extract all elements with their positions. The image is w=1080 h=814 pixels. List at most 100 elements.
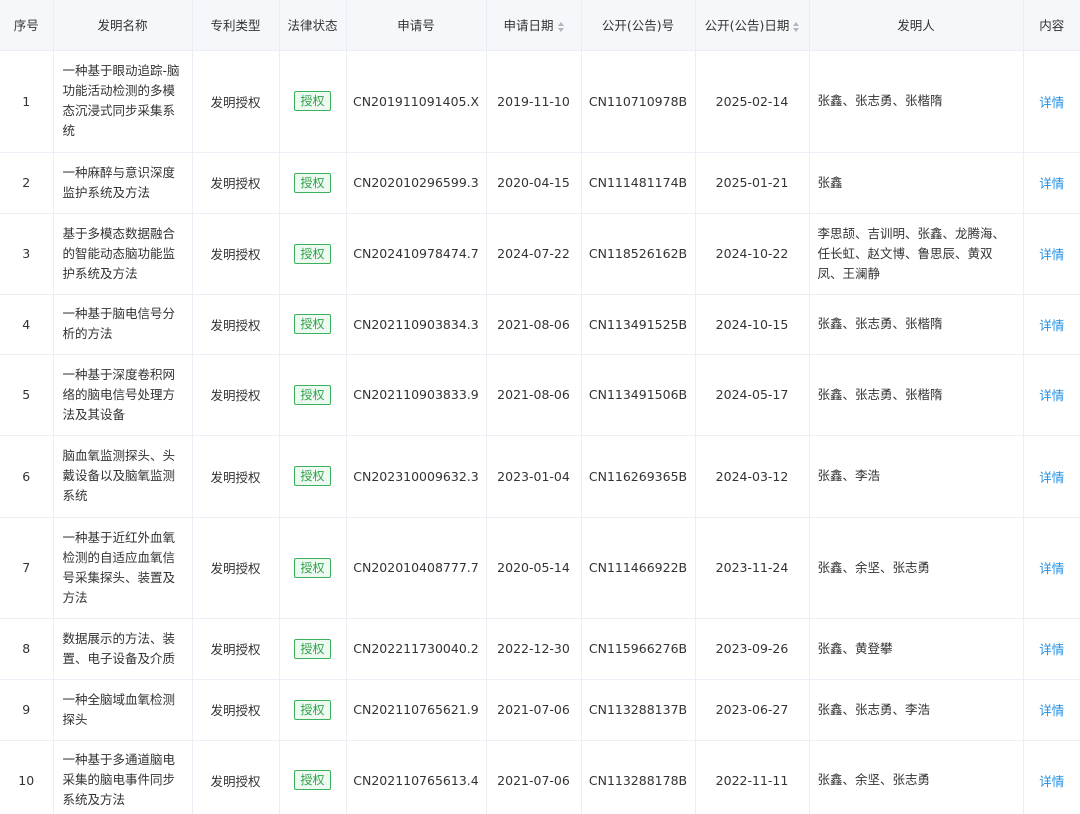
- status-badge: 授权: [294, 243, 331, 264]
- detail-link[interactable]: 详情: [1039, 247, 1064, 262]
- cell-name: 一种基于深度卷积网络的脑电信号处理方法及其设备: [53, 354, 193, 436]
- status-badge: 授权: [294, 172, 331, 193]
- table-row: 2 一种麻醉与意识深度监护系统及方法 发明授权 授权 CN20201029659…: [0, 152, 1080, 214]
- cell-pub-no: CN111481174B: [581, 152, 696, 214]
- cell-name: 一种全脑域血氧检测探头: [53, 679, 193, 741]
- cell-status: 授权: [279, 50, 347, 153]
- cell-app-no: CN202211730040.2: [346, 618, 487, 680]
- cell-status: 授权: [279, 294, 347, 355]
- cell-app-date: 2023-01-04: [486, 435, 582, 518]
- table-row: 1 一种基于眼动追踪-脑功能活动检测的多模态沉浸式同步采集系统 发明授权 授权 …: [0, 50, 1080, 153]
- cell-app-date: 2019-11-10: [486, 50, 582, 153]
- cell-app-date: 2022-12-30: [486, 618, 582, 680]
- cell-name: 一种基于脑电信号分析的方法: [53, 294, 193, 355]
- detail-link[interactable]: 详情: [1039, 703, 1064, 718]
- cell-app-date: 2021-08-06: [486, 294, 582, 355]
- cell-content: 详情: [1023, 679, 1080, 741]
- cell-pub-no: CN111466922B: [581, 517, 696, 619]
- cell-status: 授权: [279, 517, 347, 619]
- cell-type: 发明授权: [192, 50, 280, 153]
- cell-type: 发明授权: [192, 294, 280, 355]
- cell-index: 7: [0, 517, 54, 619]
- table-row: 4 一种基于脑电信号分析的方法 发明授权 授权 CN202110903834.3…: [0, 294, 1080, 355]
- cell-inventors: 张鑫、黄登攀: [809, 618, 1024, 680]
- cell-name: 一种基于近红外血氧检测的自适应血氧信号采集探头、装置及方法: [53, 517, 193, 619]
- cell-app-no: CN202110903833.9: [346, 354, 487, 436]
- cell-status: 授权: [279, 679, 347, 741]
- cell-index: 8: [0, 618, 54, 680]
- cell-app-no: CN202310009632.3: [346, 435, 487, 518]
- detail-link[interactable]: 详情: [1039, 388, 1064, 403]
- cell-name: 数据展示的方法、装置、电子设备及介质: [53, 618, 193, 680]
- cell-pub-no: CN113288178B: [581, 740, 696, 814]
- cell-type: 发明授权: [192, 435, 280, 518]
- cell-inventors: 张鑫、余坚、张志勇: [809, 740, 1024, 814]
- cell-pub-date: 2023-11-24: [695, 517, 810, 619]
- header-pub-no: 公开(公告)号: [581, 0, 696, 51]
- cell-pub-date: 2023-09-26: [695, 618, 810, 680]
- header-inventors: 发明人: [809, 0, 1024, 51]
- cell-type: 发明授权: [192, 618, 280, 680]
- cell-pub-date: 2025-02-14: [695, 50, 810, 153]
- cell-pub-date: 2022-11-11: [695, 740, 810, 814]
- cell-app-date: 2021-07-06: [486, 740, 582, 814]
- header-content: 内容: [1023, 0, 1080, 51]
- cell-index: 6: [0, 435, 54, 518]
- header-type: 专利类型: [192, 0, 280, 51]
- cell-type: 发明授权: [192, 740, 280, 814]
- cell-app-date: 2021-07-06: [486, 679, 582, 741]
- cell-inventors: 张鑫、张志勇、张楷隋: [809, 354, 1024, 436]
- cell-status: 授权: [279, 740, 347, 814]
- cell-index: 10: [0, 740, 54, 814]
- status-badge: 授权: [294, 638, 331, 659]
- cell-name: 一种基于多通道脑电采集的脑电事件同步系统及方法: [53, 740, 193, 814]
- cell-status: 授权: [279, 213, 347, 295]
- cell-index: 9: [0, 679, 54, 741]
- cell-name: 基于多模态数据融合的智能动态脑功能监护系统及方法: [53, 213, 193, 295]
- cell-app-no: CN202010408777.7: [346, 517, 487, 619]
- table-row: 9 一种全脑域血氧检测探头 发明授权 授权 CN202110765621.9 2…: [0, 679, 1080, 741]
- cell-inventors: 张鑫、张志勇、张楷隋: [809, 50, 1024, 153]
- sort-icon[interactable]: [793, 21, 800, 32]
- detail-link[interactable]: 详情: [1039, 95, 1064, 110]
- cell-pub-no: CN113491525B: [581, 294, 696, 355]
- cell-status: 授权: [279, 152, 347, 214]
- detail-link[interactable]: 详情: [1039, 470, 1064, 485]
- header-app-date[interactable]: 申请日期: [486, 0, 582, 51]
- cell-name: 一种麻醉与意识深度监护系统及方法: [53, 152, 193, 214]
- cell-type: 发明授权: [192, 152, 280, 214]
- table-row: 7 一种基于近红外血氧检测的自适应血氧信号采集探头、装置及方法 发明授权 授权 …: [0, 517, 1080, 619]
- cell-status: 授权: [279, 354, 347, 436]
- header-pub-date[interactable]: 公开(公告)日期: [695, 0, 810, 51]
- status-badge: 授权: [294, 314, 331, 334]
- detail-link[interactable]: 详情: [1039, 561, 1064, 576]
- cell-type: 发明授权: [192, 517, 280, 619]
- cell-content: 详情: [1023, 50, 1080, 153]
- cell-pub-date: 2024-05-17: [695, 354, 810, 436]
- cell-app-no: CN202110765621.9: [346, 679, 487, 741]
- cell-inventors: 张鑫、张志勇、张楷隋: [809, 294, 1024, 355]
- header-status: 法律状态: [279, 0, 347, 51]
- cell-content: 详情: [1023, 435, 1080, 518]
- sort-icon[interactable]: [557, 21, 564, 32]
- table-header-row: 序号 发明名称 专利类型 法律状态 申请号 申请日期 公开(公告)号 公开(公告…: [0, 0, 1080, 51]
- cell-content: 详情: [1023, 740, 1080, 814]
- detail-link[interactable]: 详情: [1039, 318, 1064, 333]
- cell-inventors: 张鑫、李浩: [809, 435, 1024, 518]
- cell-pub-no: CN115966276B: [581, 618, 696, 680]
- cell-name: 脑血氧监测探头、头戴设备以及脑氧监测系统: [53, 435, 193, 518]
- cell-content: 详情: [1023, 294, 1080, 355]
- detail-link[interactable]: 详情: [1039, 642, 1064, 657]
- cell-app-date: 2020-05-14: [486, 517, 582, 619]
- detail-link[interactable]: 详情: [1039, 774, 1064, 789]
- cell-status: 授权: [279, 435, 347, 518]
- detail-link[interactable]: 详情: [1039, 176, 1064, 191]
- cell-content: 详情: [1023, 354, 1080, 436]
- cell-pub-date: 2024-10-15: [695, 294, 810, 355]
- cell-status: 授权: [279, 618, 347, 680]
- cell-pub-date: 2023-06-27: [695, 679, 810, 741]
- header-name: 发明名称: [53, 0, 193, 51]
- cell-index: 1: [0, 50, 54, 153]
- cell-content: 详情: [1023, 517, 1080, 619]
- status-badge: 授权: [294, 770, 331, 790]
